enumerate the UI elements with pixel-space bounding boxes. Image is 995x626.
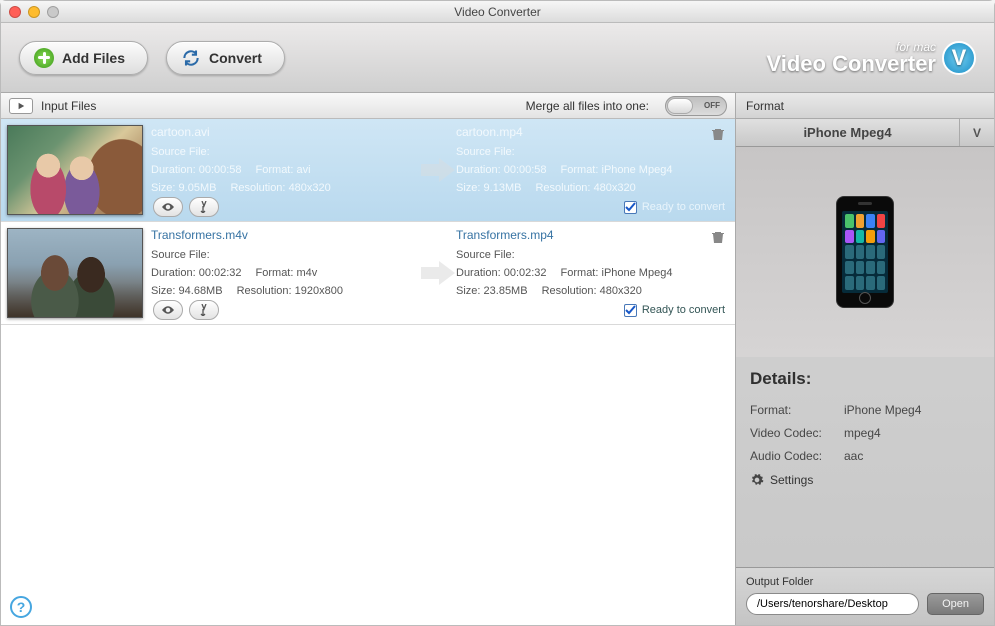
arrow-right-icon	[420, 259, 456, 287]
ready-label: Ready to convert	[642, 304, 725, 316]
detail-video-codec: mpeg4	[844, 426, 881, 440]
dest-filename: Transformers.mp4	[456, 228, 725, 242]
settings-label: Settings	[770, 473, 813, 487]
ready-checkbox[interactable]	[624, 201, 637, 214]
format-selector[interactable]: iPhone Mpeg4	[736, 119, 960, 146]
details-heading: Details:	[750, 369, 980, 389]
input-files-header: Input Files Merge all files into one: OF…	[1, 93, 735, 119]
source-file-label: Source File:	[151, 143, 420, 161]
play-icon[interactable]	[9, 98, 33, 114]
convert-label: Convert	[209, 50, 262, 66]
open-folder-button[interactable]: Open	[927, 593, 984, 615]
details-panel: Details: Format:iPhone Mpeg4 Video Codec…	[736, 357, 994, 567]
merge-toggle[interactable]: OFF	[665, 96, 727, 116]
edit-button[interactable]	[189, 300, 219, 320]
video-thumbnail[interactable]	[7, 228, 143, 318]
help-button[interactable]: ?	[10, 596, 32, 618]
format-header: Format	[736, 93, 994, 119]
convert-button[interactable]: Convert	[166, 41, 285, 75]
video-thumbnail[interactable]	[7, 125, 143, 215]
preview-button[interactable]	[153, 197, 183, 217]
output-folder-input[interactable]	[746, 593, 919, 615]
format-preview	[736, 147, 994, 357]
source-filename: Transformers.m4v	[151, 228, 420, 242]
brand-logo-icon: V	[942, 41, 976, 75]
plus-icon	[34, 48, 54, 68]
convert-icon	[181, 48, 201, 68]
format-dropdown-button[interactable]: V	[960, 119, 994, 146]
toggle-state-label: OFF	[704, 101, 720, 110]
preview-button[interactable]	[153, 300, 183, 320]
file-row[interactable]: cartoon.avi Source File: Duration: 00:00…	[1, 119, 735, 222]
detail-format: iPhone Mpeg4	[844, 403, 921, 417]
output-folder-label: Output Folder	[746, 576, 984, 588]
ready-label: Ready to convert	[642, 201, 725, 213]
file-row[interactable]: Transformers.m4v Source File: Duration: …	[1, 222, 735, 325]
toolbar: Add Files Convert for mac Video Converte…	[1, 23, 994, 93]
dest-filename: cartoon.mp4	[456, 125, 725, 139]
settings-button[interactable]: Settings	[750, 473, 980, 487]
delete-button[interactable]	[709, 125, 727, 143]
merge-label: Merge all files into one:	[526, 99, 649, 113]
iphone-icon	[836, 196, 894, 308]
source-filename: cartoon.avi	[151, 125, 420, 139]
delete-button[interactable]	[709, 228, 727, 246]
input-files-label: Input Files	[41, 99, 96, 113]
gear-icon	[750, 473, 764, 487]
file-list: cartoon.avi Source File: Duration: 00:00…	[1, 119, 735, 625]
detail-audio-codec: aac	[844, 449, 863, 463]
ready-checkbox[interactable]	[624, 304, 637, 317]
window-title: Video Converter	[1, 5, 994, 19]
toggle-knob	[667, 98, 693, 114]
brand: for mac Video Converter V	[766, 41, 976, 75]
arrow-right-icon	[420, 156, 456, 184]
brand-title: Video Converter	[766, 53, 936, 75]
edit-button[interactable]	[189, 197, 219, 217]
titlebar: Video Converter	[1, 1, 994, 23]
add-files-label: Add Files	[62, 50, 125, 66]
add-files-button[interactable]: Add Files	[19, 41, 148, 75]
